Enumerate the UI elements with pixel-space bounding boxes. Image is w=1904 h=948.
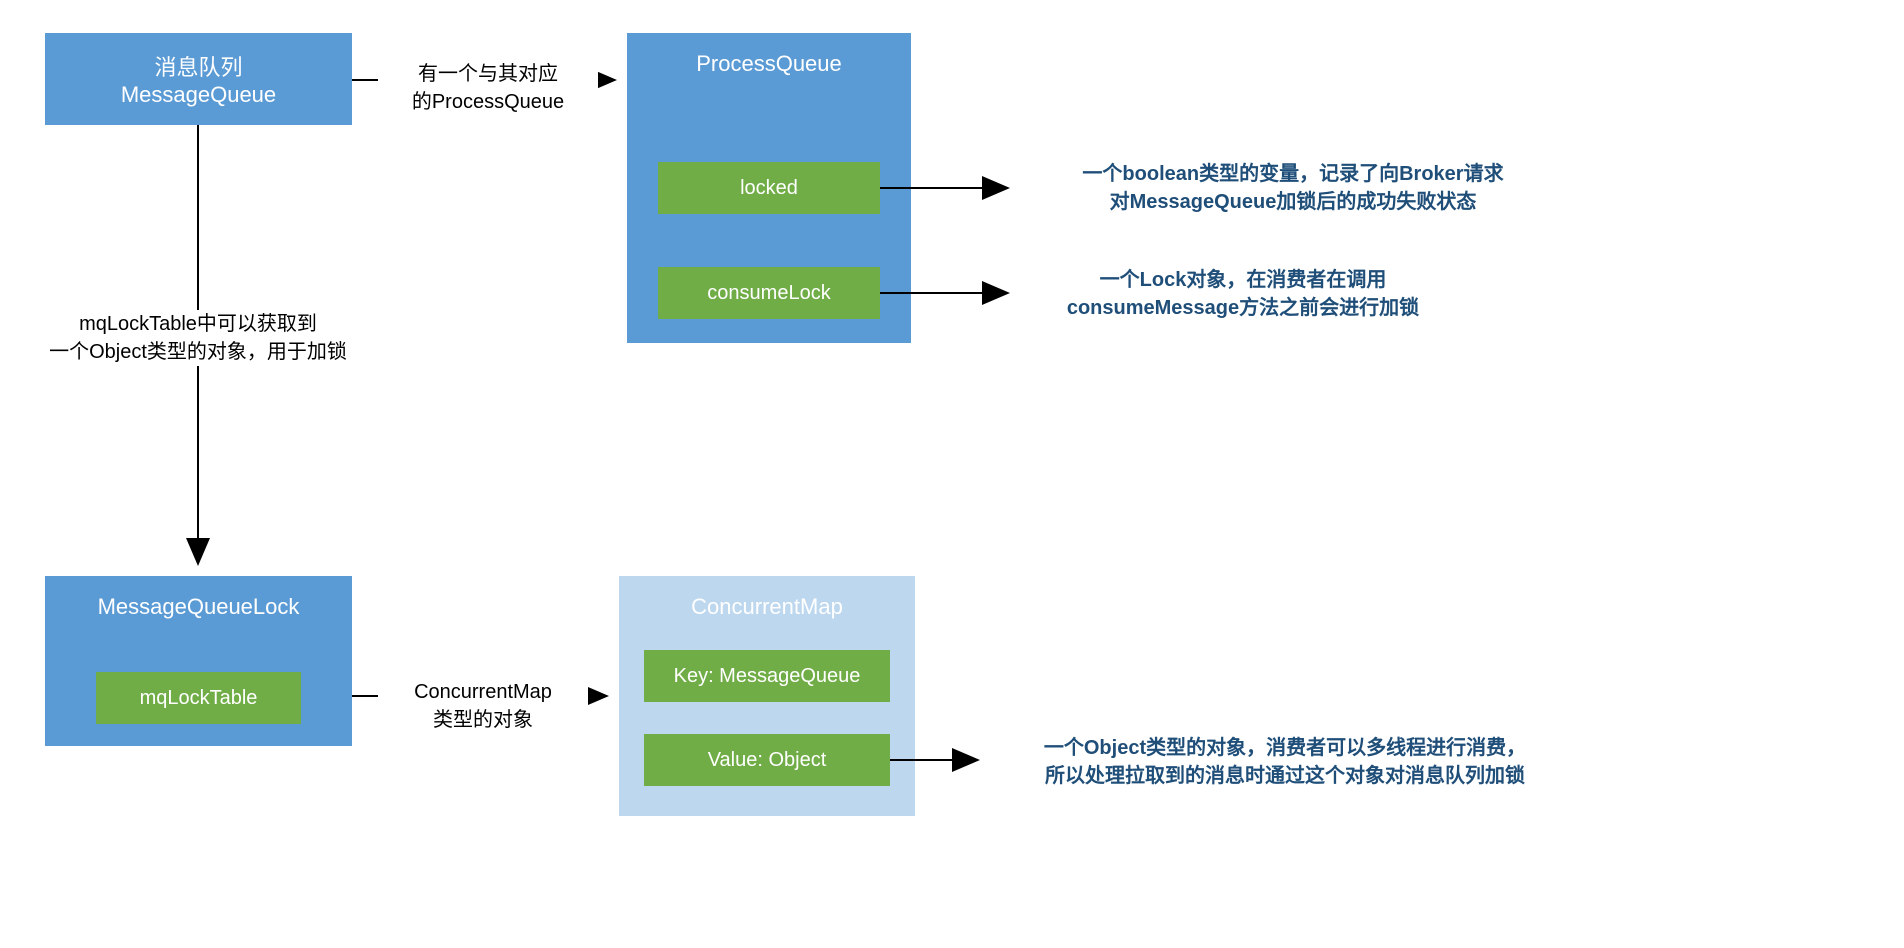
note-locked-l2: 对MessageQueue加锁后的成功失败状态 <box>1110 191 1477 213</box>
concurrent-map-key-field: Key: MessageQueue <box>644 650 890 702</box>
arrow-valueobject-to-note <box>890 758 990 762</box>
edge-label-has-processqueue-l1: 有一个与其对应 <box>418 63 558 85</box>
arrow-consumelock-to-note <box>880 291 1020 295</box>
note-valueobject: 一个Object类型的对象，消费者可以多线程进行消费， 所以处理拉取到的消息时通… <box>1005 734 1565 790</box>
note-consumelock-l1: 一个Lock对象，在消费者在调用 <box>1100 269 1387 291</box>
process-queue-title: ProcessQueue <box>696 51 842 77</box>
note-consumelock: 一个Lock对象，在消费者在调用 consumeMessage方法之前会进行加锁 <box>1033 266 1453 322</box>
edge-label-concurrentmap-l1: ConcurrentMap <box>414 681 552 703</box>
consumelock-label: consumeLock <box>707 282 830 305</box>
message-queue-title-1: 消息队列 <box>154 50 242 82</box>
process-queue-consumelock-field: consumeLock <box>658 267 880 319</box>
edge-label-mqlocktable: mqLockTable中可以获取到 一个Object类型的对象，用于加锁 <box>28 310 368 366</box>
message-queue-lock-title: MessageQueueLock <box>98 594 300 620</box>
mqlocktable-field: mqLockTable <box>96 672 301 724</box>
note-valueobject-l2: 所以处理拉取到的消息时通过这个对象对消息队列加锁 <box>1045 765 1525 787</box>
concurrent-map-key-label: Key: MessageQueue <box>674 665 861 688</box>
concurrent-map-value-label: Value: Object <box>708 749 827 772</box>
edge-label-has-processqueue: 有一个与其对应 的ProcessQueue <box>378 60 598 116</box>
note-valueobject-l1: 一个Object类型的对象，消费者可以多线程进行消费， <box>1044 737 1526 759</box>
edge-label-has-processqueue-l2: 的ProcessQueue <box>412 91 564 113</box>
concurrent-map-value-field: Value: Object <box>644 734 890 786</box>
mqlocktable-label: mqLockTable <box>140 687 258 710</box>
note-locked: 一个boolean类型的变量，记录了向Broker请求 对MessageQueu… <box>1033 160 1553 216</box>
edge-label-mqlocktable-l1: mqLockTable中可以获取到 <box>79 313 317 335</box>
note-locked-l1: 一个boolean类型的变量，记录了向Broker请求 <box>1082 163 1503 185</box>
arrow-locked-to-note <box>880 186 1020 190</box>
edge-label-mqlocktable-l2: 一个Object类型的对象，用于加锁 <box>49 341 347 363</box>
concurrent-map-title: ConcurrentMap <box>691 594 843 620</box>
message-queue-box: 消息队列 MessageQueue <box>45 33 352 125</box>
process-queue-locked-field: locked <box>658 162 880 214</box>
locked-label: locked <box>740 177 798 200</box>
edge-label-concurrentmap-l2: 类型的对象 <box>433 709 533 731</box>
note-consumelock-l2: consumeMessage方法之前会进行加锁 <box>1067 297 1419 319</box>
message-queue-title-2: MessageQueue <box>121 82 276 108</box>
edge-label-concurrentmap: ConcurrentMap 类型的对象 <box>378 678 588 734</box>
